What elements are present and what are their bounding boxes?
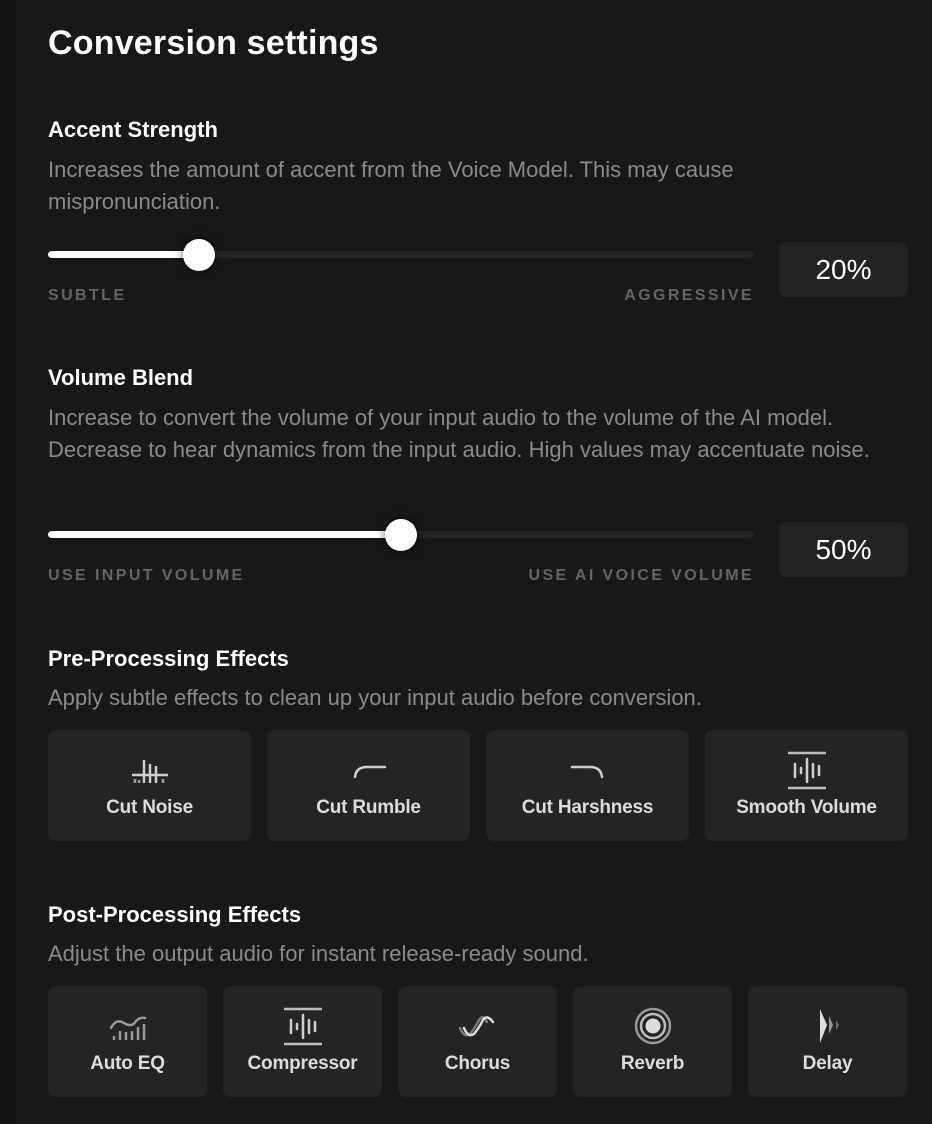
echo-triangles-icon (819, 1009, 839, 1043)
effect-label: Smooth Volume (736, 797, 877, 818)
noise-gate-icon (131, 760, 168, 783)
smooth-volume-button[interactable]: Smooth Volume (705, 730, 908, 841)
effect-label: Chorus (444, 1053, 511, 1074)
slider-thumb[interactable] (182, 239, 215, 271)
post-processing-effects: Auto EQ Compressor Chorus Reverb Delay (48, 986, 907, 1097)
pre-processing-description: Apply subtle effects to clean up your in… (48, 685, 702, 710)
volume-blend-slider[interactable] (48, 519, 754, 551)
effect-label: Auto EQ (90, 1053, 165, 1074)
post-processing-description: Adjust the output audio for instant rele… (48, 941, 589, 966)
effect-label: Reverb (620, 1053, 685, 1074)
concentric-circles-icon (634, 1007, 671, 1045)
effect-label: Compressor (247, 1053, 358, 1074)
compressed-waveform-icon (283, 1007, 322, 1046)
post-processing-title: Post-Processing Effects (48, 902, 302, 927)
effect-label: Delay (802, 1053, 853, 1074)
pre-processing-effects: Cut Noise Cut Rumble Cut Harshness Smoot… (48, 730, 908, 841)
volume-blend-title: Volume Blend (48, 365, 194, 390)
eq-bars-curve-icon (109, 1016, 146, 1040)
accent-strength-value[interactable]: 20% (779, 242, 908, 297)
slider-thumb[interactable] (385, 519, 417, 551)
double-wave-icon (458, 1016, 494, 1037)
accent-max-label: AGGRESSIVE (624, 287, 754, 304)
cut-rumble-button[interactable]: Cut Rumble (267, 730, 470, 841)
effect-label: Cut Rumble (316, 797, 421, 818)
accent-strength-description: Increases the amount of accent from the … (48, 157, 734, 214)
compressor-button[interactable]: Compressor (223, 986, 382, 1097)
accent-strength-slider[interactable] (48, 239, 754, 271)
compressed-waveform-icon (787, 751, 826, 790)
pre-processing-title: Pre-Processing Effects (48, 646, 289, 671)
chorus-button[interactable]: Chorus (398, 986, 557, 1097)
volume-blend-description: Increase to convert the volume of your i… (48, 405, 870, 462)
reverb-button[interactable]: Reverb (573, 986, 732, 1097)
accent-strength-title: Accent Strength (48, 117, 218, 142)
auto-eq-button[interactable]: Auto EQ (48, 986, 207, 1097)
cut-noise-button[interactable]: Cut Noise (48, 730, 251, 841)
high-pass-curve-icon (353, 765, 386, 779)
page-title: Conversion settings (48, 24, 379, 62)
accent-min-label: SUBTLE (48, 287, 127, 304)
slider-fill (48, 531, 401, 538)
slider-fill (48, 251, 199, 258)
delay-button[interactable]: Delay (748, 986, 907, 1097)
effect-label: Cut Noise (106, 797, 193, 818)
volume-max-label: USE AI VOICE VOLUME (528, 567, 754, 584)
cut-harshness-button[interactable]: Cut Harshness (486, 730, 689, 841)
low-pass-curve-icon (570, 765, 603, 779)
effect-label: Cut Harshness (521, 797, 654, 818)
left-edge-strip (0, 0, 16, 1124)
volume-min-label: USE INPUT VOLUME (48, 567, 245, 584)
volume-blend-value[interactable]: 50% (779, 522, 908, 577)
